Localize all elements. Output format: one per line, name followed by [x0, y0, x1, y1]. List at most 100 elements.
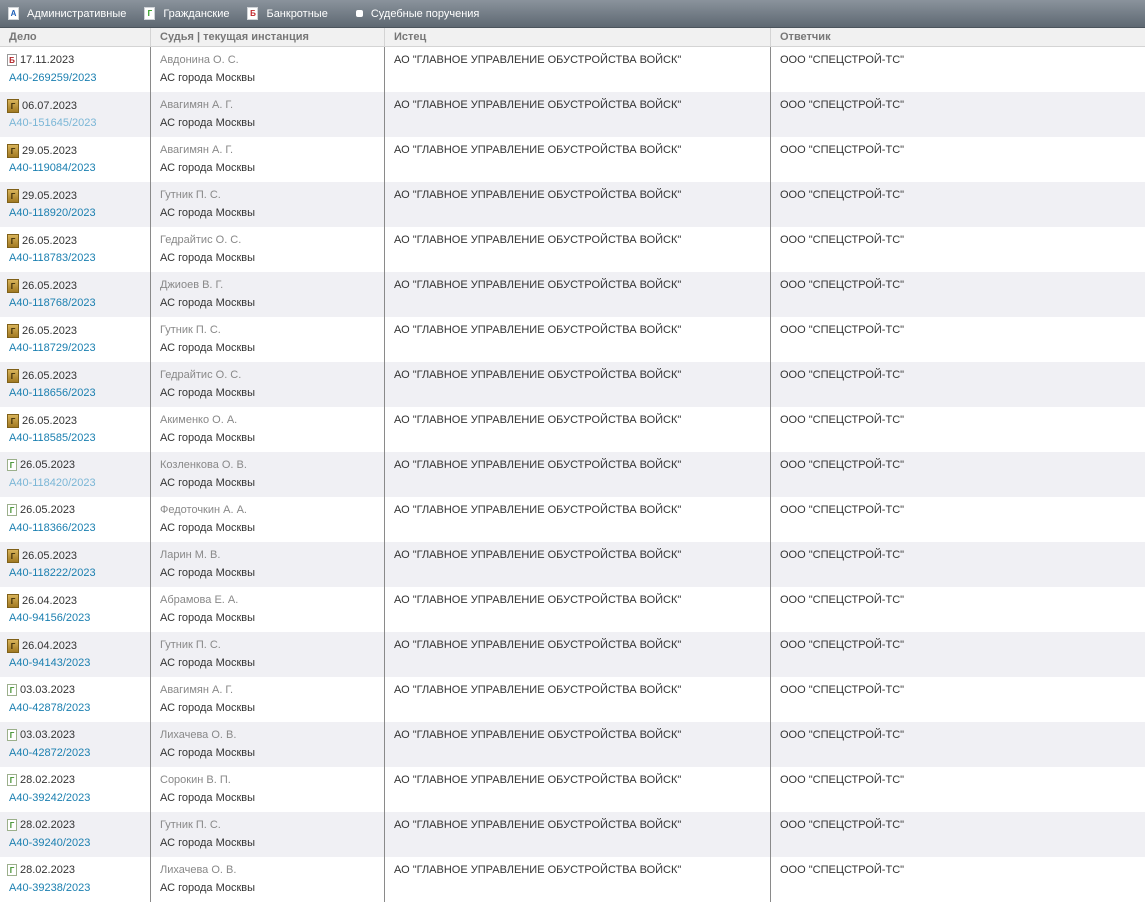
defendant-name[interactable]: ООО "СПЕЦСТРОЙ-ТС" [780, 459, 904, 471]
table-row: Г 26.05.2023 А40-118768/2023 Джиоев В. Г… [0, 272, 1145, 317]
column-header-case[interactable]: Дело [0, 28, 151, 46]
case-number-link[interactable]: А40-118585/2023 [9, 432, 96, 444]
plaintiff-name[interactable]: АО "ГЛАВНОЕ УПРАВЛЕНИЕ ОБУСТРОЙСТВА ВОЙС… [394, 234, 681, 246]
table-row: Г 28.02.2023 А40-39240/2023 Гутник П. С.… [0, 812, 1145, 857]
case-number-link[interactable]: А40-118366/2023 [9, 522, 96, 534]
court-instance: АС города Москвы [160, 702, 256, 714]
defendant-cell: ООО "СПЕЦСТРОЙ-ТС" [771, 317, 1145, 362]
filter-bankruptcy-label: Банкротные [266, 7, 328, 20]
judge-name: Гедрайтис О. С. [160, 234, 242, 246]
defendant-cell: ООО "СПЕЦСТРОЙ-ТС" [771, 812, 1145, 857]
defendant-name[interactable]: ООО "СПЕЦСТРОЙ-ТС" [780, 594, 904, 606]
defendant-name[interactable]: ООО "СПЕЦСТРОЙ-ТС" [780, 99, 904, 111]
plaintiff-name[interactable]: АО "ГЛАВНОЕ УПРАВЛЕНИЕ ОБУСТРОЙСТВА ВОЙС… [394, 864, 681, 876]
defendant-name[interactable]: ООО "СПЕЦСТРОЙ-ТС" [780, 189, 904, 201]
table-row: Г 26.05.2023 А40-118656/2023 Гедрайтис О… [0, 362, 1145, 407]
civil-case-icon: Г [144, 7, 156, 20]
defendant-cell: ООО "СПЕЦСТРОЙ-ТС" [771, 362, 1145, 407]
case-cell: Г 26.05.2023 А40-118656/2023 [0, 362, 151, 407]
defendant-name[interactable]: ООО "СПЕЦСТРОЙ-ТС" [780, 414, 904, 426]
judge-name: Лихачева О. В. [160, 729, 237, 741]
filter-administrative[interactable]: А Административные [8, 7, 126, 20]
table-row: Г 26.04.2023 А40-94143/2023 Гутник П. С.… [0, 632, 1145, 677]
defendant-name[interactable]: ООО "СПЕЦСТРОЙ-ТС" [780, 504, 904, 516]
plaintiff-cell: АО "ГЛАВНОЕ УПРАВЛЕНИЕ ОБУСТРОЙСТВА ВОЙС… [385, 452, 771, 497]
plaintiff-name[interactable]: АО "ГЛАВНОЕ УПРАВЛЕНИЕ ОБУСТРОЙСТВА ВОЙС… [394, 369, 681, 381]
case-number-link[interactable]: А40-118768/2023 [9, 297, 96, 309]
defendant-name[interactable]: ООО "СПЕЦСТРОЙ-ТС" [780, 864, 904, 876]
filter-civil[interactable]: Г Гражданские [144, 7, 229, 20]
defendant-cell: ООО "СПЕЦСТРОЙ-ТС" [771, 497, 1145, 542]
plaintiff-name[interactable]: АО "ГЛАВНОЕ УПРАВЛЕНИЕ ОБУСТРОЙСТВА ВОЙС… [394, 729, 681, 741]
plaintiff-name[interactable]: АО "ГЛАВНОЕ УПРАВЛЕНИЕ ОБУСТРОЙСТВА ВОЙС… [394, 279, 681, 291]
plaintiff-name[interactable]: АО "ГЛАВНОЕ УПРАВЛЕНИЕ ОБУСТРОЙСТВА ВОЙС… [394, 684, 681, 696]
defendant-name[interactable]: ООО "СПЕЦСТРОЙ-ТС" [780, 729, 904, 741]
plaintiff-cell: АО "ГЛАВНОЕ УПРАВЛЕНИЕ ОБУСТРОЙСТВА ВОЙС… [385, 767, 771, 812]
case-number-link[interactable]: А40-118656/2023 [9, 387, 96, 399]
table-row: Г 26.05.2023 А40-118585/2023 Акименко О.… [0, 407, 1145, 452]
plaintiff-name[interactable]: АО "ГЛАВНОЕ УПРАВЛЕНИЕ ОБУСТРОЙСТВА ВОЙС… [394, 414, 681, 426]
plaintiff-name[interactable]: АО "ГЛАВНОЕ УПРАВЛЕНИЕ ОБУСТРОЙСТВА ВОЙС… [394, 774, 681, 786]
case-number-link[interactable]: А40-42872/2023 [9, 747, 90, 759]
table-row: Г 26.04.2023 А40-94156/2023 Абрамова Е. … [0, 587, 1145, 632]
defendant-name[interactable]: ООО "СПЕЦСТРОЙ-ТС" [780, 819, 904, 831]
case-type-icon: Г [7, 549, 19, 563]
case-number-link[interactable]: А40-118920/2023 [9, 207, 96, 219]
defendant-name[interactable]: ООО "СПЕЦСТРОЙ-ТС" [780, 234, 904, 246]
case-number-link[interactable]: А40-39242/2023 [9, 792, 90, 804]
defendant-name[interactable]: ООО "СПЕЦСТРОЙ-ТС" [780, 684, 904, 696]
defendant-name[interactable]: ООО "СПЕЦСТРОЙ-ТС" [780, 639, 904, 651]
case-type-icon: Б [7, 54, 17, 66]
defendant-name[interactable]: ООО "СПЕЦСТРОЙ-ТС" [780, 549, 904, 561]
case-number-link[interactable]: А40-42878/2023 [9, 702, 90, 714]
column-header-judge[interactable]: Судья | текущая инстанция [151, 28, 385, 46]
plaintiff-name[interactable]: АО "ГЛАВНОЕ УПРАВЛЕНИЕ ОБУСТРОЙСТВА ВОЙС… [394, 504, 681, 516]
defendant-name[interactable]: ООО "СПЕЦСТРОЙ-ТС" [780, 279, 904, 291]
plaintiff-name[interactable]: АО "ГЛАВНОЕ УПРАВЛЕНИЕ ОБУСТРОЙСТВА ВОЙС… [394, 639, 681, 651]
defendant-name[interactable]: ООО "СПЕЦСТРОЙ-ТС" [780, 369, 904, 381]
case-number-link[interactable]: А40-39240/2023 [9, 837, 90, 849]
table-row: Г 03.03.2023 А40-42872/2023 Лихачева О. … [0, 722, 1145, 767]
case-number-link[interactable]: А40-94143/2023 [9, 657, 90, 669]
case-type-icon: Г [7, 324, 19, 338]
case-cell: Г 03.03.2023 А40-42878/2023 [0, 677, 151, 722]
case-cell: Г 26.04.2023 А40-94143/2023 [0, 632, 151, 677]
case-cell: Г 29.05.2023 А40-118920/2023 [0, 182, 151, 227]
defendant-name[interactable]: ООО "СПЕЦСТРОЙ-ТС" [780, 324, 904, 336]
plaintiff-name[interactable]: АО "ГЛАВНОЕ УПРАВЛЕНИЕ ОБУСТРОЙСТВА ВОЙС… [394, 819, 681, 831]
defendant-name[interactable]: ООО "СПЕЦСТРОЙ-ТС" [780, 774, 904, 786]
case-number-link[interactable]: А40-269259/2023 [9, 72, 96, 84]
case-number-link[interactable]: А40-118222/2023 [9, 567, 96, 579]
column-header-defendant[interactable]: Ответчик [771, 28, 1145, 46]
court-instance: АС города Москвы [160, 342, 256, 354]
case-number-link[interactable]: А40-151645/2023 [9, 117, 96, 129]
defendant-name[interactable]: ООО "СПЕЦСТРОЙ-ТС" [780, 144, 904, 156]
plaintiff-name[interactable]: АО "ГЛАВНОЕ УПРАВЛЕНИЕ ОБУСТРОЙСТВА ВОЙС… [394, 54, 681, 66]
filter-court-orders[interactable]: Судебные поручения [346, 8, 479, 20]
plaintiff-cell: АО "ГЛАВНОЕ УПРАВЛЕНИЕ ОБУСТРОЙСТВА ВОЙС… [385, 47, 771, 92]
plaintiff-name[interactable]: АО "ГЛАВНОЕ УПРАВЛЕНИЕ ОБУСТРОЙСТВА ВОЙС… [394, 99, 681, 111]
court-instance: АС города Москвы [160, 162, 256, 174]
defendant-name[interactable]: ООО "СПЕЦСТРОЙ-ТС" [780, 54, 904, 66]
case-number-link[interactable]: А40-39238/2023 [9, 882, 90, 894]
case-type-icon: Г [7, 729, 17, 741]
plaintiff-name[interactable]: АО "ГЛАВНОЕ УПРАВЛЕНИЕ ОБУСТРОЙСТВА ВОЙС… [394, 144, 681, 156]
case-number-link[interactable]: А40-118420/2023 [9, 477, 96, 489]
filter-bankruptcy[interactable]: Б Банкротные [247, 7, 328, 20]
case-number-link[interactable]: А40-118729/2023 [9, 342, 96, 354]
judge-cell: Авагимян А. Г. АС города Москвы [151, 92, 385, 137]
column-header-plaintiff[interactable]: Истец [385, 28, 771, 46]
cases-table-body: Б 17.11.2023 А40-269259/2023 Авдонина О.… [0, 47, 1145, 902]
table-row: Г 26.05.2023 А40-118783/2023 Гедрайтис О… [0, 227, 1145, 272]
plaintiff-name[interactable]: АО "ГЛАВНОЕ УПРАВЛЕНИЕ ОБУСТРОЙСТВА ВОЙС… [394, 324, 681, 336]
plaintiff-name[interactable]: АО "ГЛАВНОЕ УПРАВЛЕНИЕ ОБУСТРОЙСТВА ВОЙС… [394, 594, 681, 606]
plaintiff-name[interactable]: АО "ГЛАВНОЕ УПРАВЛЕНИЕ ОБУСТРОЙСТВА ВОЙС… [394, 189, 681, 201]
case-number-link[interactable]: А40-118783/2023 [9, 252, 96, 264]
case-cell: Г 26.05.2023 А40-118729/2023 [0, 317, 151, 362]
defendant-cell: ООО "СПЕЦСТРОЙ-ТС" [771, 677, 1145, 722]
case-number-link[interactable]: А40-119084/2023 [9, 162, 96, 174]
case-number-link[interactable]: А40-94156/2023 [9, 612, 90, 624]
plaintiff-name[interactable]: АО "ГЛАВНОЕ УПРАВЛЕНИЕ ОБУСТРОЙСТВА ВОЙС… [394, 459, 681, 471]
filter-civil-label: Гражданские [163, 7, 230, 20]
plaintiff-name[interactable]: АО "ГЛАВНОЕ УПРАВЛЕНИЕ ОБУСТРОЙСТВА ВОЙС… [394, 549, 681, 561]
